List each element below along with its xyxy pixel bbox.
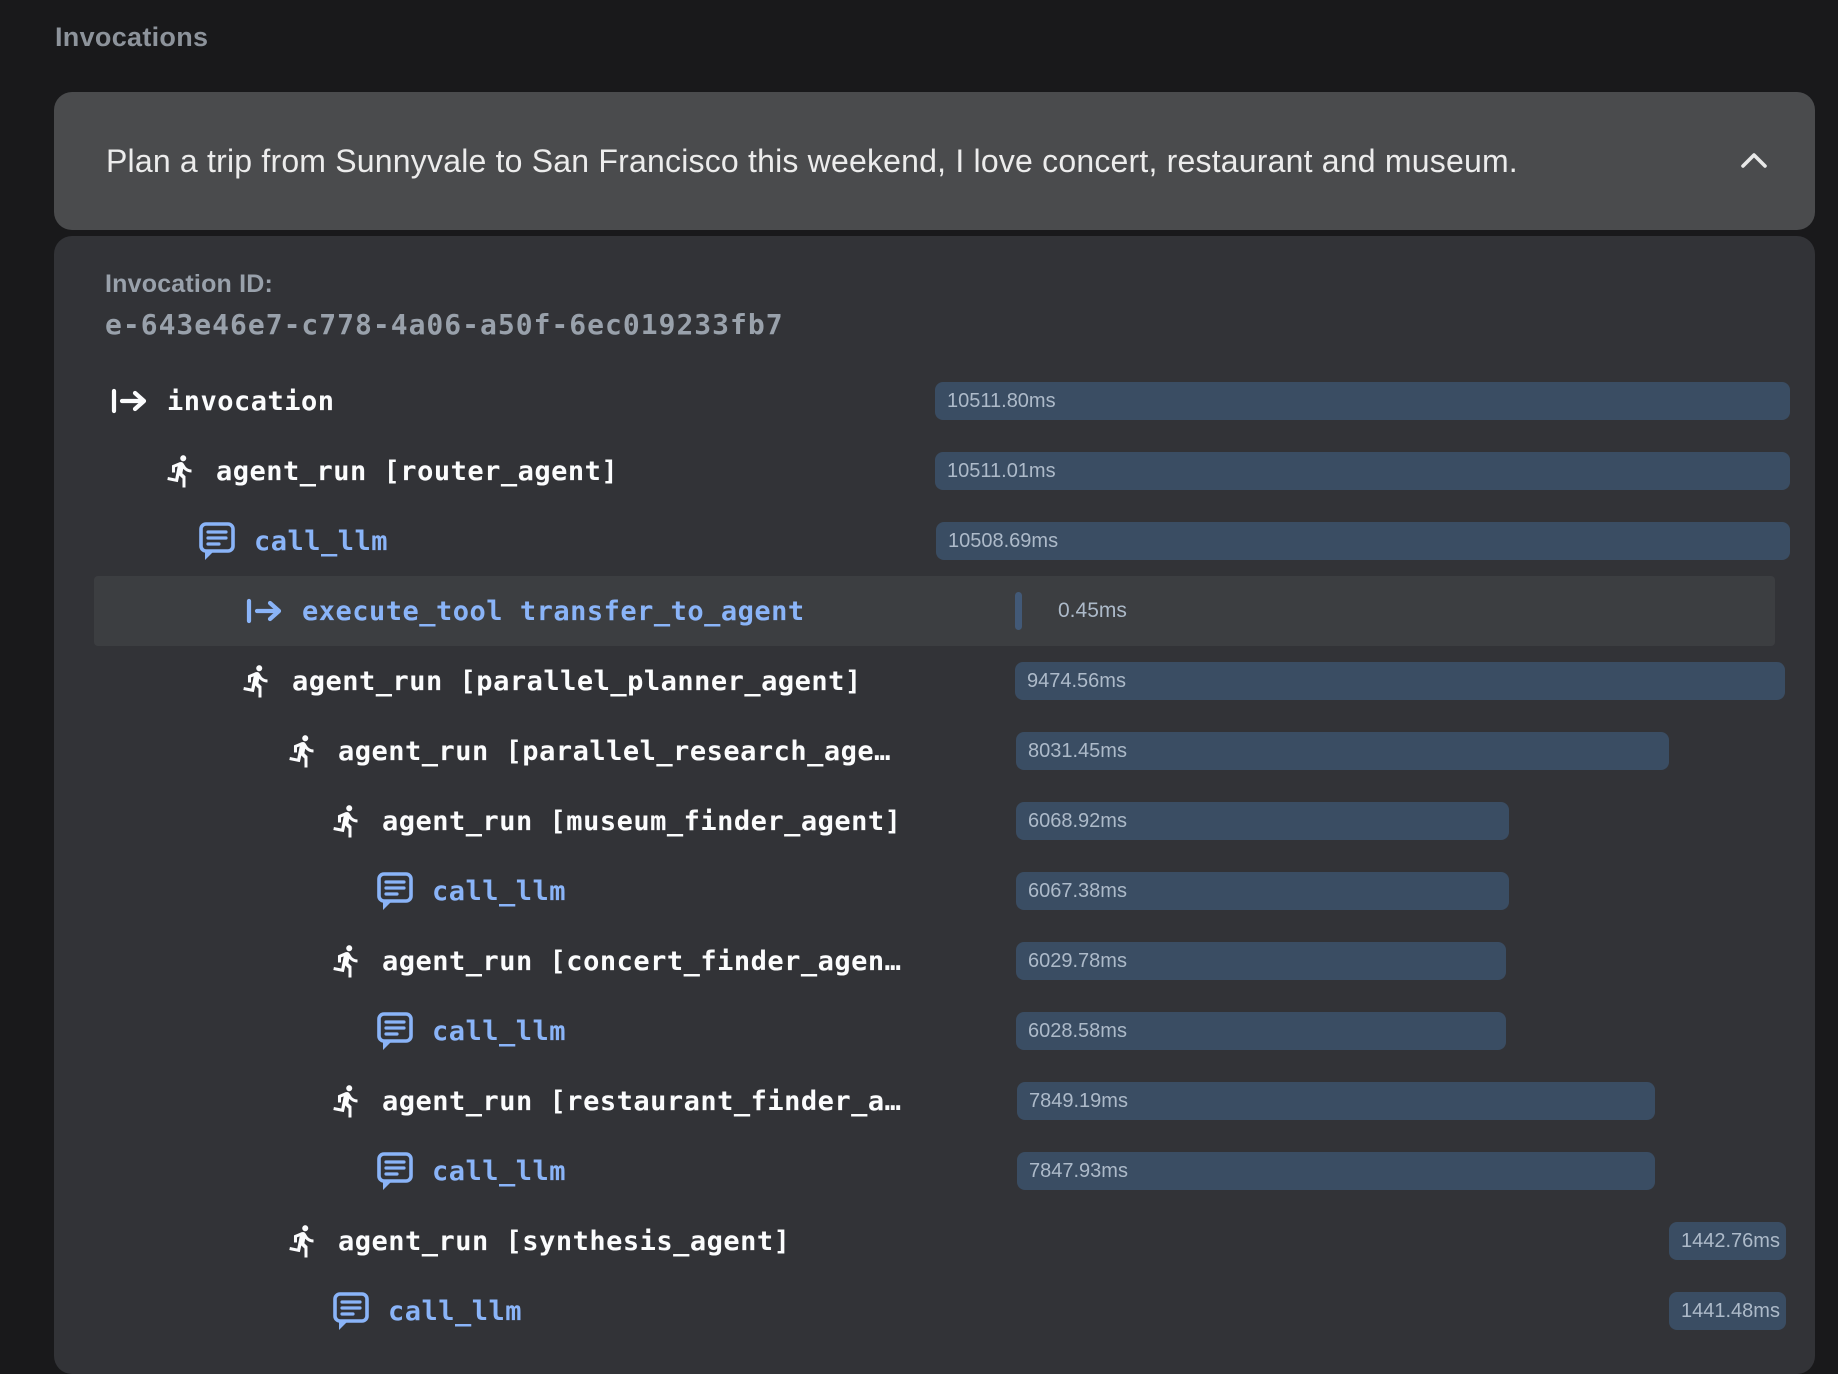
span-label-group: agent_run [restaurant_finder_a… xyxy=(329,1066,901,1136)
duration-label: 1441.48ms xyxy=(1669,1300,1786,1323)
span-label-group: agent_run [museum_finder_agent] xyxy=(329,786,901,856)
span-name: call_llm xyxy=(432,1156,566,1187)
duration-bar: 6067.38ms xyxy=(1016,872,1509,910)
start-arrow-icon xyxy=(108,383,150,419)
trace-row[interactable]: agent_run [restaurant_finder_a… 7849.19ms xyxy=(54,1066,1815,1136)
invocations-screen: Invocations Plan a trip from Sunnyvale t… xyxy=(0,0,1838,1374)
agent-run-icon xyxy=(329,801,365,841)
invocation-id-block: Invocation ID: e-643e46e7-c778-4a06-a50f… xyxy=(54,236,1815,341)
span-name: execute_tool transfer_to_agent xyxy=(302,596,805,627)
span-label-group: agent_run [synthesis_agent] xyxy=(285,1206,790,1276)
trace-tree: invocation 10511.80ms agent_run [router_ag… xyxy=(54,366,1815,1346)
duration-bar: 8031.45ms xyxy=(1016,732,1669,770)
duration-bar: 7847.93ms xyxy=(1017,1152,1655,1190)
chat-icon xyxy=(375,1010,415,1052)
trace-panel: Invocation ID: e-643e46e7-c778-4a06-a50f… xyxy=(54,236,1815,1374)
duration-bar: 1441.48ms xyxy=(1669,1292,1786,1330)
trace-row[interactable]: agent_run [parallel_planner_agent] 9474.5… xyxy=(54,646,1815,716)
duration-bar: 10511.80ms xyxy=(935,382,1790,420)
chat-icon xyxy=(331,1290,371,1332)
trace-row[interactable]: agent_run [concert_finder_agen… 6029.78ms xyxy=(54,926,1815,996)
span-label-group: agent_run [parallel_research_age… xyxy=(285,716,891,786)
agent-run-icon xyxy=(329,941,365,981)
span-name: agent_run [restaurant_finder_a… xyxy=(382,1086,901,1117)
duration-label: 10508.69ms xyxy=(936,530,1068,553)
prompt-card-header[interactable]: Plan a trip from Sunnyvale to San Franci… xyxy=(54,92,1815,230)
span-name: agent_run [museum_finder_agent] xyxy=(382,806,901,837)
duration-label: 9474.56ms xyxy=(1015,670,1136,693)
trace-row[interactable]: agent_run [parallel_research_age… 8031.45… xyxy=(54,716,1815,786)
span-name: call_llm xyxy=(432,876,566,907)
span-label-group: agent_run [parallel_planner_agent] xyxy=(239,646,862,716)
trace-row[interactable]: agent_run [synthesis_agent] 1442.76ms xyxy=(54,1206,1815,1276)
trace-row[interactable]: agent_run [router_agent] 10511.01ms xyxy=(54,436,1815,506)
duration-label: 7849.19ms xyxy=(1017,1090,1138,1113)
span-name: agent_run [synthesis_agent] xyxy=(338,1226,790,1257)
duration-label: 7847.93ms xyxy=(1017,1160,1138,1183)
duration-label: 8031.45ms xyxy=(1016,740,1137,763)
span-label-group: call_llm xyxy=(375,996,566,1066)
start-arrow-icon xyxy=(243,593,285,629)
trace-row[interactable]: call_llm 7847.93ms xyxy=(54,1136,1815,1206)
span-name: agent_run [parallel_planner_agent] xyxy=(292,666,862,697)
span-label-group: call_llm xyxy=(375,1136,566,1206)
span-label-group: call_llm xyxy=(375,856,566,926)
chat-icon xyxy=(375,1150,415,1192)
duration-bar: 9474.56ms xyxy=(1015,662,1785,700)
span-name: call_llm xyxy=(388,1296,522,1327)
chat-icon xyxy=(375,870,415,912)
trace-row[interactable]: agent_run [museum_finder_agent] 6068.92ms xyxy=(54,786,1815,856)
span-name: invocation xyxy=(167,386,335,417)
page-title: Invocations xyxy=(55,22,208,53)
prompt-text: Plan a trip from Sunnyvale to San Franci… xyxy=(106,143,1717,180)
span-label-group: call_llm xyxy=(331,1276,522,1346)
agent-run-icon xyxy=(329,1081,365,1121)
duration-bar: 6068.92ms xyxy=(1016,802,1509,840)
trace-row[interactable]: invocation 10511.80ms xyxy=(54,366,1815,436)
span-label-group: call_llm xyxy=(197,506,388,576)
agent-run-icon xyxy=(239,661,275,701)
agent-run-icon xyxy=(163,451,199,491)
duration-label: 6029.78ms xyxy=(1016,950,1137,973)
span-name: agent_run [concert_finder_agen… xyxy=(382,946,901,977)
trace-row[interactable]: call_llm 10508.69ms xyxy=(54,506,1815,576)
duration-label: 10511.01ms xyxy=(935,460,1066,483)
chat-icon xyxy=(197,520,237,562)
agent-run-icon xyxy=(285,731,321,771)
trace-row[interactable]: execute_tool transfer_to_agent 0.45ms xyxy=(54,576,1815,646)
span-name: agent_run [router_agent] xyxy=(216,456,618,487)
trace-row[interactable]: call_llm 6067.38ms xyxy=(54,856,1815,926)
span-label-group: agent_run [router_agent] xyxy=(163,436,618,506)
duration-bar: 10511.01ms xyxy=(935,452,1790,490)
span-label-group: agent_run [concert_finder_agen… xyxy=(329,926,901,996)
duration-bar xyxy=(1015,592,1022,630)
duration-label: 10511.80ms xyxy=(935,390,1066,413)
invocation-id-label: Invocation ID: xyxy=(105,270,1815,299)
duration-label: 0.45ms xyxy=(1058,576,1127,646)
duration-label: 6068.92ms xyxy=(1016,810,1137,833)
trace-row[interactable]: call_llm 6028.58ms xyxy=(54,996,1815,1066)
duration-bar: 6028.58ms xyxy=(1016,1012,1506,1050)
invocation-accordion: Plan a trip from Sunnyvale to San Franci… xyxy=(54,92,1815,1374)
span-label-group: execute_tool transfer_to_agent xyxy=(243,576,805,646)
chevron-up-icon[interactable] xyxy=(1737,149,1771,173)
duration-bar: 10508.69ms xyxy=(936,522,1790,560)
invocation-id-value: e-643e46e7-c778-4a06-a50f-6ec019233fb7 xyxy=(105,308,1815,341)
duration-label: 6028.58ms xyxy=(1016,1020,1137,1043)
duration-bar: 6029.78ms xyxy=(1016,942,1506,980)
duration-label: 1442.76ms xyxy=(1669,1230,1786,1253)
span-label-group: invocation xyxy=(108,366,335,436)
span-name: call_llm xyxy=(254,526,388,557)
duration-label: 6067.38ms xyxy=(1016,880,1137,903)
span-name: agent_run [parallel_research_age… xyxy=(338,736,891,767)
duration-bar: 1442.76ms xyxy=(1669,1222,1786,1260)
trace-row[interactable]: call_llm 1441.48ms xyxy=(54,1276,1815,1346)
agent-run-icon xyxy=(285,1221,321,1261)
span-name: call_llm xyxy=(432,1016,566,1047)
duration-bar: 7849.19ms xyxy=(1017,1082,1655,1120)
